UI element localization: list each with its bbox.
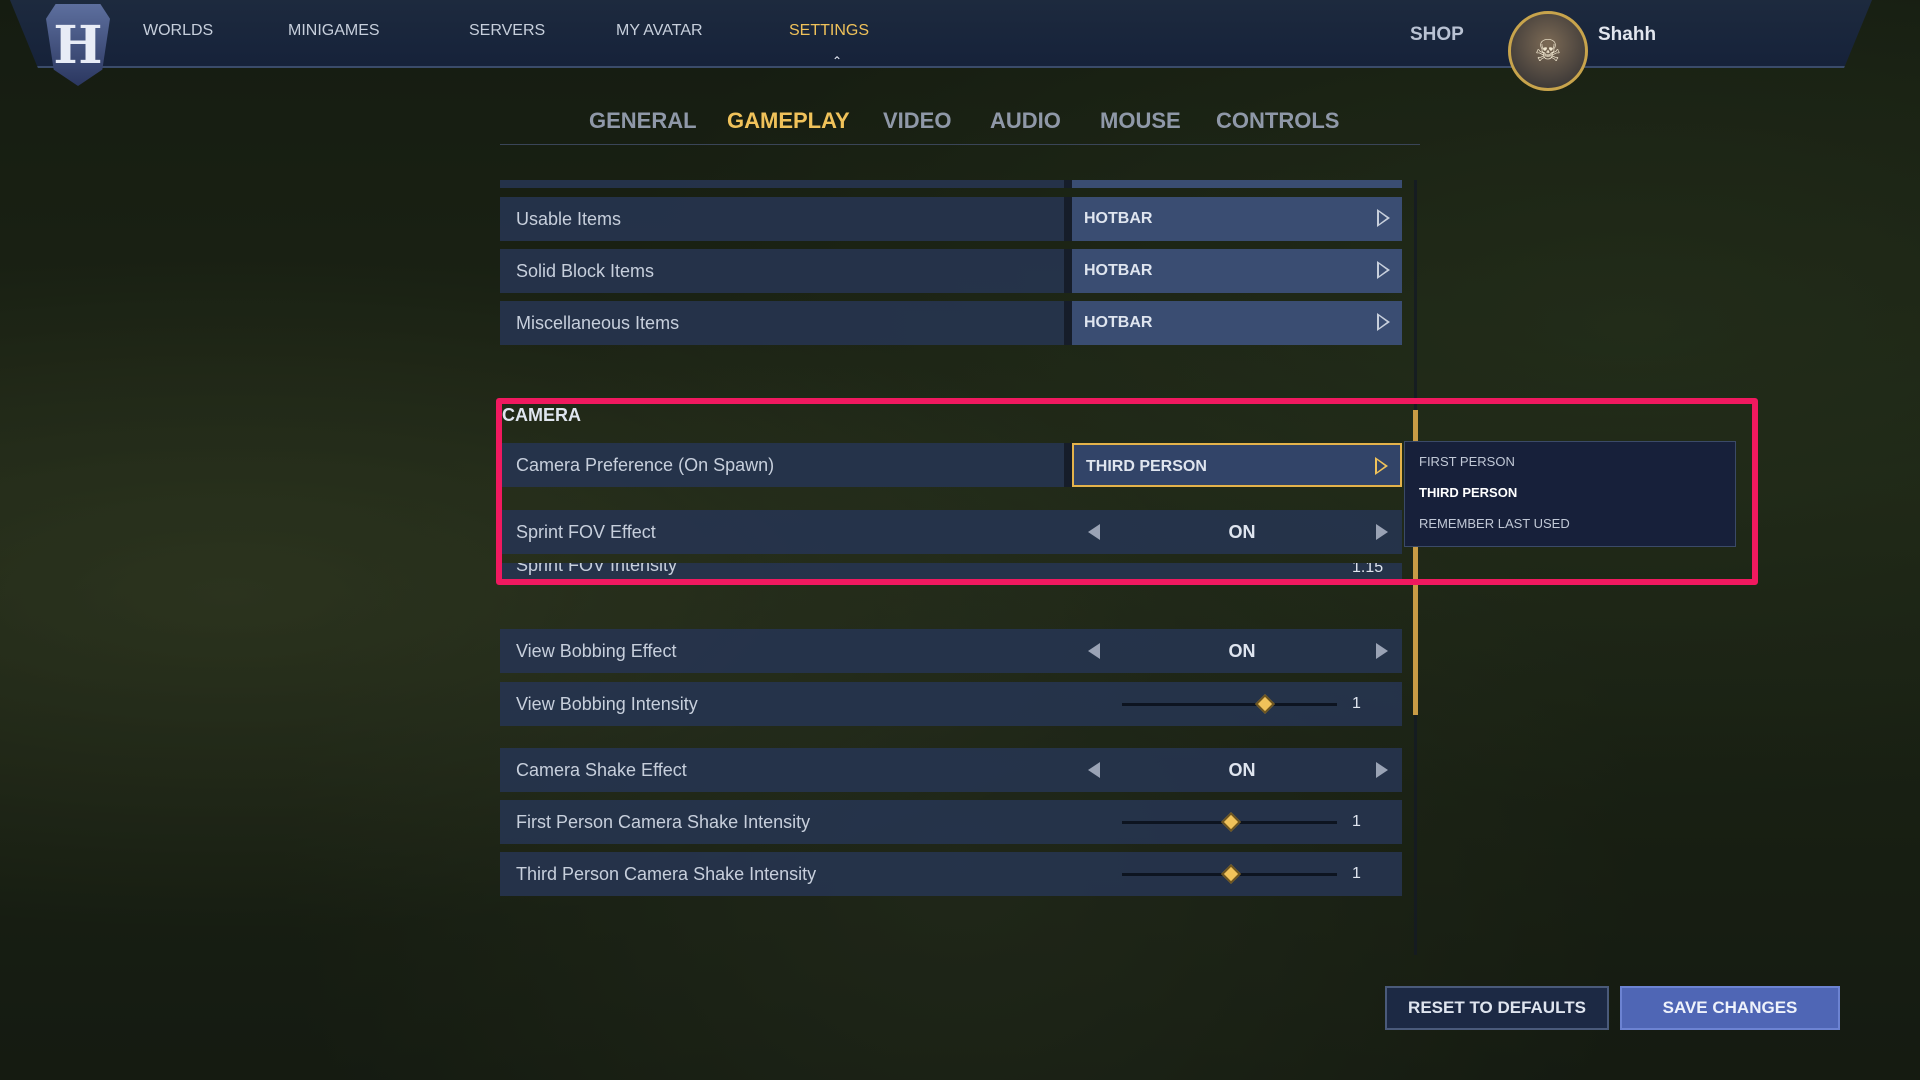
setting-label: Solid Block Items (516, 261, 655, 281)
setting-row-misc-items: Miscellaneous Items HOTBAR (500, 301, 1402, 345)
slider-value: 1 (1352, 813, 1361, 830)
slider-thumb[interactable] (1254, 694, 1275, 714)
save-changes-button[interactable]: SAVE CHANGES (1620, 986, 1840, 1030)
arrow-left-icon[interactable] (1088, 762, 1100, 778)
dropdown-value: HOTBAR (1084, 314, 1153, 331)
slider-track[interactable] (1122, 703, 1337, 706)
toggle-value: ON (1228, 760, 1256, 780)
arrow-left-icon[interactable] (1088, 643, 1100, 659)
setting-label: Usable Items (516, 209, 622, 229)
settings-tabs: GENERAL GAMEPLAY VIDEO AUDIO MOUSE CONTR… (500, 108, 1420, 145)
arrow-right-icon[interactable] (1376, 762, 1388, 778)
toggle-value: ON (1228, 641, 1256, 661)
slider-thumb[interactable] (1220, 812, 1241, 832)
setting-row-first-person-shake: First Person Camera Shake Intensity 1 (500, 800, 1402, 844)
setting-row-view-bobbing-intensity: View Bobbing Intensity 1 (500, 682, 1402, 726)
setting-label: Miscellaneous Items (516, 313, 680, 333)
misc-items-dropdown[interactable]: HOTBAR (1072, 301, 1402, 345)
dropdown-value: HOTBAR (1084, 210, 1153, 227)
chevron-right-icon (1377, 209, 1390, 227)
slider-thumb[interactable] (1220, 864, 1241, 884)
tab-audio[interactable]: AUDIO (990, 108, 1061, 134)
nav-servers[interactable]: SERVERS (469, 22, 545, 40)
setting-row-camera-shake: Camera Shake Effect ON (500, 748, 1402, 792)
arrow-right-icon[interactable] (1376, 643, 1388, 659)
tab-general[interactable]: GENERAL (589, 108, 697, 134)
highlight-box (496, 398, 1758, 585)
setting-row-view-bobbing: View Bobbing Effect ON (500, 629, 1402, 673)
setting-row-third-person-shake: Third Person Camera Shake Intensity 1 (500, 852, 1402, 896)
tab-gameplay[interactable]: GAMEPLAY (727, 108, 850, 134)
setting-label: View Bobbing Effect (516, 641, 677, 661)
avatar[interactable]: ☠ (1508, 11, 1588, 91)
setting-label: Camera Shake Effect (516, 760, 687, 780)
nav-minigames[interactable]: MINIGAMES (288, 22, 380, 40)
chevron-right-icon (1377, 261, 1390, 279)
slider-value: 1 (1352, 695, 1361, 712)
reset-to-defaults-button[interactable]: RESET TO DEFAULTS (1385, 986, 1609, 1030)
slider-value: 1 (1352, 865, 1361, 882)
tab-video[interactable]: VIDEO (883, 108, 951, 134)
nav-my-avatar[interactable]: MY AVATAR (616, 22, 703, 40)
setting-row-solid-block-items: Solid Block Items HOTBAR (500, 249, 1402, 293)
active-nav-caret-icon: ⌃ (832, 54, 843, 68)
setting-row-usable-items: Usable Items HOTBAR (500, 197, 1402, 241)
nav-worlds[interactable]: WORLDS (143, 22, 213, 40)
chevron-right-icon (1377, 313, 1390, 331)
setting-label: First Person Camera Shake Intensity (516, 812, 811, 832)
solid-block-items-dropdown[interactable]: HOTBAR (1072, 249, 1402, 293)
tab-controls[interactable]: CONTROLS (1216, 108, 1339, 134)
nav-settings[interactable]: SETTINGS (789, 22, 869, 40)
dropdown-value: HOTBAR (1084, 262, 1153, 279)
setting-label: View Bobbing Intensity (516, 694, 698, 714)
nav-shop[interactable]: SHOP (1410, 24, 1464, 46)
tab-mouse[interactable]: MOUSE (1100, 108, 1181, 134)
username[interactable]: Shahh (1598, 24, 1656, 46)
usable-items-dropdown[interactable]: HOTBAR (1072, 197, 1402, 241)
setting-label: Third Person Camera Shake Intensity (516, 864, 817, 884)
scrolled-row-edge (500, 180, 1402, 188)
